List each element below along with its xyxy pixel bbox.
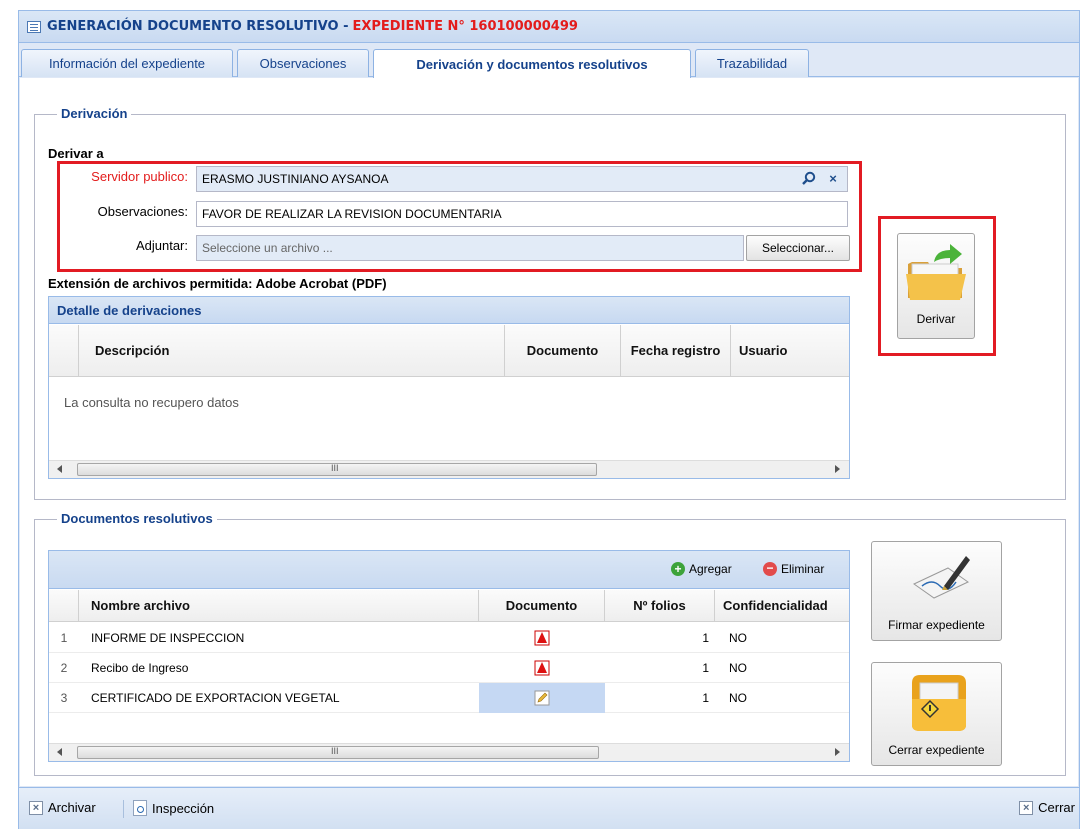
window-titlebar: GENERACIÓN DOCUMENTO RESOLUTIVO - EXPEDI… <box>19 11 1079 43</box>
expediente-number: EXPEDIENTE N° 160100000499 <box>352 19 578 34</box>
archivar-label: Archivar <box>48 800 96 815</box>
cerrar-expediente-label: Cerrar expediente <box>888 743 985 757</box>
scroll-right-icon[interactable] <box>835 465 840 473</box>
tab-content: Derivación Derivar a Servidor publico: E… <box>20 78 1078 786</box>
agregar-label: Agregar <box>689 562 732 576</box>
footer-toolbar: × Archivar Inspección × Cerrar <box>19 787 1079 829</box>
detalle-title: Detalle de derivaciones <box>49 297 849 324</box>
derivar-label: Derivar <box>916 312 956 326</box>
nombre-cell: Recibo de Ingreso <box>91 661 189 675</box>
table-row[interactable]: 2 Recibo de Ingreso 1 NO <box>49 653 849 683</box>
folder-warning-icon <box>912 675 966 731</box>
col-folios[interactable]: Nº folios <box>605 590 715 621</box>
documentos-legend: Documentos resolutivos <box>57 511 217 526</box>
detalle-grid: Detalle de derivaciones Descripción Docu… <box>48 296 850 479</box>
firmar-expediente-button[interactable]: Firmar expediente <box>871 541 1002 641</box>
servidor-value: ERASMO JUSTINIANO AYSANOA <box>202 172 389 186</box>
nombre-cell: CERTIFICADO DE EXPORTACION VEGETAL <box>91 691 340 705</box>
conf-cell: NO <box>729 691 747 705</box>
col-confidencialidad[interactable]: Confidencialidad <box>715 590 849 621</box>
edit-icon[interactable] <box>479 683 605 713</box>
tab-trazabilidad[interactable]: Trazabilidad <box>695 49 809 77</box>
eliminar-label: Eliminar <box>781 562 825 576</box>
tab-observaciones[interactable]: Observaciones <box>237 49 369 77</box>
firmar-label: Firmar expediente <box>888 618 985 632</box>
col-nombre[interactable]: Nombre archivo <box>79 590 479 621</box>
detalle-header: Descripción Documento Fecha registro Usu… <box>49 325 849 377</box>
clear-icon[interactable]: × <box>825 171 841 187</box>
remove-icon: − <box>763 562 777 576</box>
eliminar-button[interactable]: − Eliminar <box>763 562 824 576</box>
scroll-right-icon[interactable] <box>835 748 840 756</box>
inspeccion-label: Inspección <box>152 800 215 816</box>
agregar-button[interactable]: + Agregar <box>671 562 732 576</box>
tab-bar: Información del expediente Observaciones… <box>19 44 1079 78</box>
add-icon: + <box>671 562 685 576</box>
conf-cell: NO <box>729 661 747 675</box>
servidor-label: Servidor publico: <box>91 169 188 184</box>
scroll-left-icon[interactable] <box>57 748 62 756</box>
col-usuario[interactable]: Usuario <box>731 325 849 376</box>
folios-cell: 1 <box>702 631 709 645</box>
col-fecha[interactable]: Fecha registro <box>621 325 731 376</box>
toolbar-separator <box>123 800 124 818</box>
scroll-grip-icon: III <box>331 463 339 473</box>
nombre-cell: INFORME DE INSPECCION <box>91 631 245 645</box>
form-icon <box>27 20 41 33</box>
folios-cell: 1 <box>702 661 709 675</box>
folder-arrow-icon <box>906 244 966 300</box>
conf-cell: NO <box>729 631 747 645</box>
row-number: 3 <box>60 691 68 705</box>
archivar-button[interactable]: × Archivar <box>29 800 96 815</box>
document-window: GENERACIÓN DOCUMENTO RESOLUTIVO - EXPEDI… <box>18 10 1080 829</box>
col-descripcion[interactable]: Descripción <box>79 325 505 376</box>
search-icon[interactable] <box>801 171 821 189</box>
table-row[interactable]: 3 CERTIFICADO DE EXPORTACION VEGETAL 1 N… <box>49 683 849 713</box>
row-number: 2 <box>60 661 68 675</box>
cerrar-button[interactable]: × Cerrar <box>1019 800 1075 815</box>
signature-icon <box>913 556 970 599</box>
extension-note: Extensión de archivos permitida: Adobe A… <box>48 276 387 291</box>
documentos-header: Nombre archivo Documento Nº folios Confi… <box>49 590 849 622</box>
adjuntar-field[interactable]: Seleccione un archivo ... <box>196 235 744 261</box>
empty-message: La consulta no recupero datos <box>64 395 239 410</box>
scroll-grip-icon: III <box>331 746 339 756</box>
tab-informacion[interactable]: Información del expediente <box>21 49 233 77</box>
servidor-field[interactable]: ERASMO JUSTINIANO AYSANOA × <box>196 166 848 192</box>
close-box-icon: × <box>1019 800 1034 815</box>
documentos-toolbar: + Agregar − Eliminar <box>49 551 849 589</box>
pdf-icon[interactable] <box>479 653 605 683</box>
derivar-a-heading: Derivar a <box>48 146 104 161</box>
row-num-header <box>49 325 79 376</box>
documentos-hscrollbar[interactable]: III <box>49 743 849 761</box>
document-search-icon <box>133 800 147 816</box>
adjuntar-label: Adjuntar: <box>135 238 188 253</box>
observaciones-label: Observaciones: <box>97 204 188 219</box>
folios-cell: 1 <box>702 691 709 705</box>
window-title: GENERACIÓN DOCUMENTO RESOLUTIVO - <box>47 19 349 34</box>
tab-derivacion[interactable]: Derivación y documentos resolutivos <box>373 49 691 78</box>
observaciones-field[interactable]: FAVOR DE REALIZAR LA REVISION DOCUMENTAR… <box>196 201 848 227</box>
cerrar-label: Cerrar <box>1038 800 1075 815</box>
row-num-header <box>49 590 79 621</box>
seleccionar-button[interactable]: Seleccionar... <box>746 235 850 261</box>
close-box-icon: × <box>29 800 43 815</box>
cerrar-expediente-button[interactable]: Cerrar expediente <box>871 662 1002 766</box>
table-row[interactable]: 1 INFORME DE INSPECCION 1 NO <box>49 623 849 653</box>
pdf-icon[interactable] <box>479 623 605 653</box>
derivacion-legend: Derivación <box>57 106 132 121</box>
col-documento[interactable]: Documento <box>505 325 621 376</box>
inspeccion-button[interactable]: Inspección <box>133 800 214 816</box>
detalle-hscrollbar[interactable]: III <box>49 460 849 478</box>
documentos-grid: + Agregar − Eliminar Nombre archivo Docu… <box>48 550 850 762</box>
derivar-button[interactable]: Derivar <box>897 233 975 339</box>
row-number: 1 <box>60 631 68 645</box>
col-documento[interactable]: Documento <box>479 590 605 621</box>
scroll-left-icon[interactable] <box>57 465 62 473</box>
